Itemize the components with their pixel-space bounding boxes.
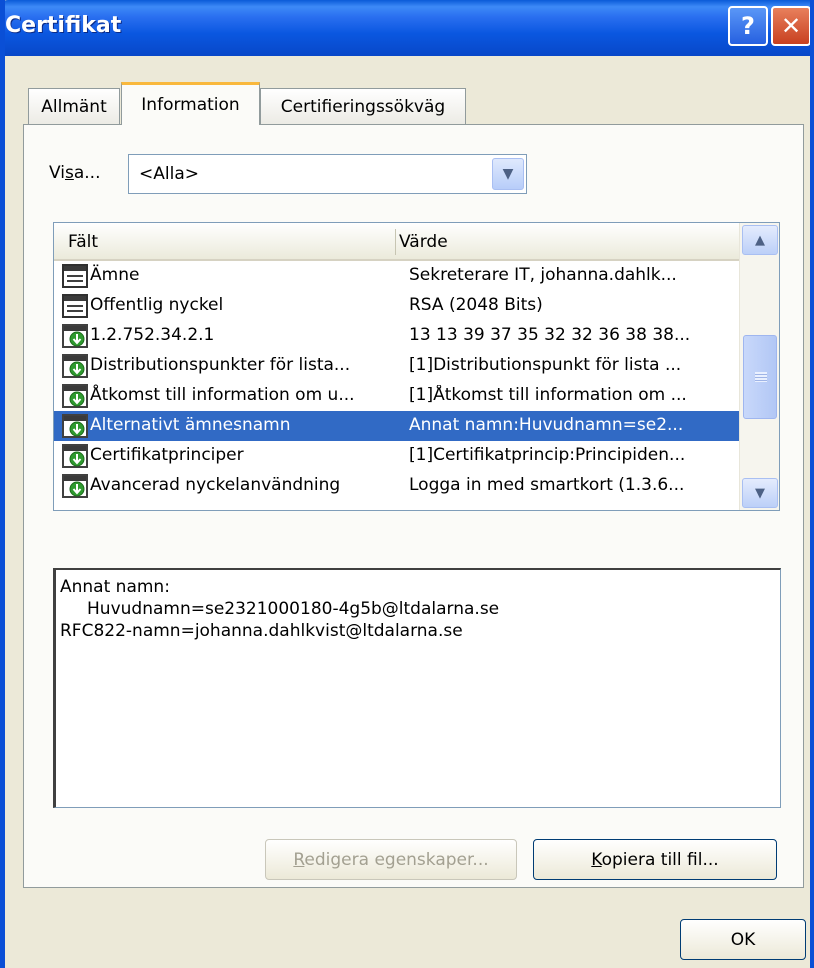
list-row[interactable]: Distributionspunkter för lista... [1]Dist… <box>54 351 739 381</box>
grip-icon <box>755 372 767 382</box>
row-field: Avancerad nyckelanvändning <box>90 475 341 495</box>
list-row[interactable]: Offentlig nyckel RSA (2048 Bits) <box>54 291 739 321</box>
extension-icon <box>62 413 88 439</box>
copy-to-file-button[interactable]: Kopiera till fil... <box>533 839 777 880</box>
row-value: [1]Certifikatprincip:Principiden... <box>409 445 686 465</box>
show-dropdown[interactable]: <Alla> ▼ <box>128 154 527 194</box>
tab-certification-path[interactable]: Certifieringssökväg <box>260 88 466 124</box>
row-field: Distributionspunkter för lista... <box>90 355 351 375</box>
list-row[interactable]: Alternativt ämnesnamn Annat namn:Huvudnam… <box>54 411 739 441</box>
fields-list[interactable]: Fält Värde Ämne Sekreterare IT, johanna.d… <box>53 222 780 511</box>
extension-icon <box>62 443 88 469</box>
standard-field-icon <box>62 263 88 289</box>
show-selected-value: <Alla> <box>139 164 199 184</box>
vertical-scrollbar[interactable]: ▲ ▼ <box>739 223 779 510</box>
row-field: Ämne <box>90 265 140 285</box>
ok-button[interactable]: OK <box>680 919 806 960</box>
detail-text: Annat namn: Huvudnamn=se2321000180-4g5b@… <box>60 577 500 641</box>
show-label: Visa... <box>49 163 101 183</box>
extension-icon <box>62 473 88 499</box>
row-value: [1]Distributionspunkt för lista ... <box>409 355 682 375</box>
row-value: Sekreterare IT, johanna.dahlk... <box>409 265 677 285</box>
scroll-thumb[interactable] <box>743 335 777 419</box>
list-row[interactable]: Avancerad nyckelanvändning Logga in med s… <box>54 471 739 501</box>
list-row[interactable]: Åtkomst till information om u... [1]Åtkom… <box>54 381 739 411</box>
row-value: 13 13 39 37 35 32 32 36 38 38... <box>409 325 691 345</box>
row-value: Logga in med smartkort (1.3.6... <box>409 475 685 495</box>
row-value: Annat namn:Huvudnamn=se2... <box>409 415 684 435</box>
row-value: [1]Åtkomst till information om ... <box>409 385 687 405</box>
row-field: Certifikatprinciper <box>90 445 244 465</box>
extension-icon <box>62 323 88 349</box>
tab-general[interactable]: Allmänt <box>28 88 120 124</box>
help-icon: ? <box>741 12 755 40</box>
extension-icon <box>62 353 88 379</box>
window-title: Certifikat <box>5 13 122 38</box>
close-icon: ✕ <box>780 12 802 40</box>
extension-icon <box>62 383 88 409</box>
detail-textbox[interactable]: Annat namn: Huvudnamn=se2321000180-4g5b@… <box>53 568 781 808</box>
column-divider[interactable] <box>395 229 396 255</box>
row-field: Offentlig nyckel <box>90 295 224 315</box>
column-header-field[interactable]: Fält <box>68 223 98 259</box>
row-field: 1.2.752.34.2.1 <box>90 325 215 345</box>
scroll-up-icon[interactable]: ▲ <box>742 225 778 255</box>
row-field: Åtkomst till information om u... <box>90 385 355 405</box>
title-bar[interactable]: Certifikat ? ✕ <box>5 0 810 56</box>
scroll-down-icon[interactable]: ▼ <box>742 478 778 508</box>
edit-properties-button[interactable]: Redigera egenskaper... <box>265 839 517 880</box>
list-row[interactable]: 1.2.752.34.2.1 13 13 39 37 35 32 32 36 38… <box>54 321 739 351</box>
row-field: Alternativt ämnesnamn <box>90 415 291 435</box>
tab-information[interactable]: Information <box>121 82 260 125</box>
standard-field-icon <box>62 293 88 319</box>
edit-properties-label: Redigera egenskaper... <box>293 849 489 870</box>
chevron-down-icon[interactable]: ▼ <box>492 158 524 190</box>
close-button[interactable]: ✕ <box>771 6 810 46</box>
list-row[interactable]: Certifikatprinciper [1]Certifikatprincip:… <box>54 441 739 471</box>
list-header: Fält Värde <box>54 223 739 261</box>
copy-to-file-label: Kopiera till fil... <box>591 849 719 870</box>
column-header-value[interactable]: Värde <box>399 223 448 259</box>
list-row[interactable]: Ämne Sekreterare IT, johanna.dahlk... <box>54 261 739 291</box>
help-button[interactable]: ? <box>728 6 768 46</box>
row-value: RSA (2048 Bits) <box>409 295 543 315</box>
